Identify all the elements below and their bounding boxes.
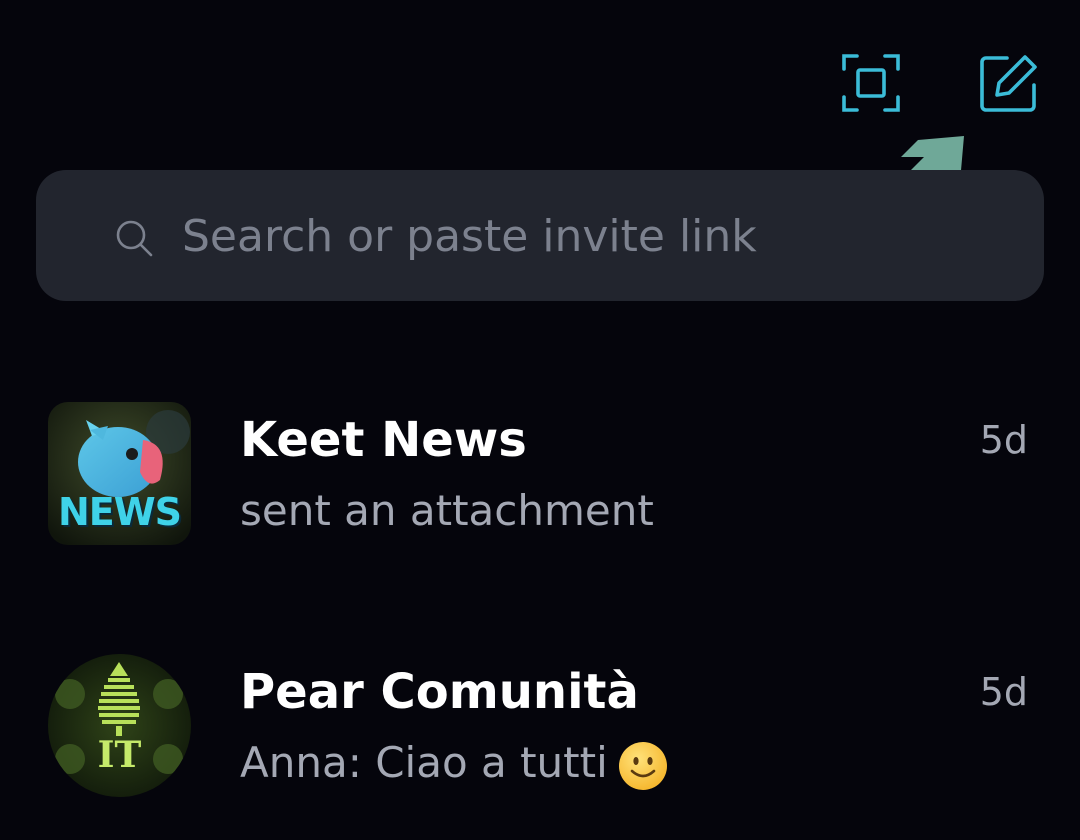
top-actions: [840, 52, 1040, 114]
chat-name: Pear Comunità: [240, 664, 639, 720]
chat-name: Keet News: [240, 412, 527, 468]
avatar-text-it: IT: [97, 734, 142, 776]
slightly-smiling-face-emoji-icon: [618, 741, 667, 790]
chat-list-item-pear-comunita[interactable]: IT Pear Comunità Anna: Ciao a tutti 5d: [0, 652, 1080, 802]
avatar-text-news: NEWS: [57, 490, 182, 534]
chat-preview-text: Anna: Ciao a tutti: [240, 738, 608, 787]
chat-preview: Anna: Ciao a tutti: [240, 738, 668, 791]
scan-qr-icon: [842, 54, 900, 112]
scan-qr-button[interactable]: [840, 52, 902, 114]
search-input[interactable]: [182, 200, 1002, 272]
new-chat-icon: [980, 55, 1037, 112]
chat-list-item-keet-news[interactable]: NEWS Keet News sent an attachment 5d: [0, 400, 1080, 550]
chat-list-screen: NEWS Keet News sent an attachment 5d: [0, 0, 1080, 840]
chat-timestamp: 5d: [979, 670, 1028, 714]
chat-timestamp: 5d: [979, 418, 1028, 462]
new-chat-button[interactable]: [978, 52, 1040, 114]
search-icon: [116, 220, 153, 257]
avatar-keet-news: NEWS: [48, 402, 191, 545]
search-bar: [36, 170, 1044, 301]
avatar-pear-comunita: IT: [48, 654, 191, 797]
chat-preview: sent an attachment: [240, 486, 654, 535]
